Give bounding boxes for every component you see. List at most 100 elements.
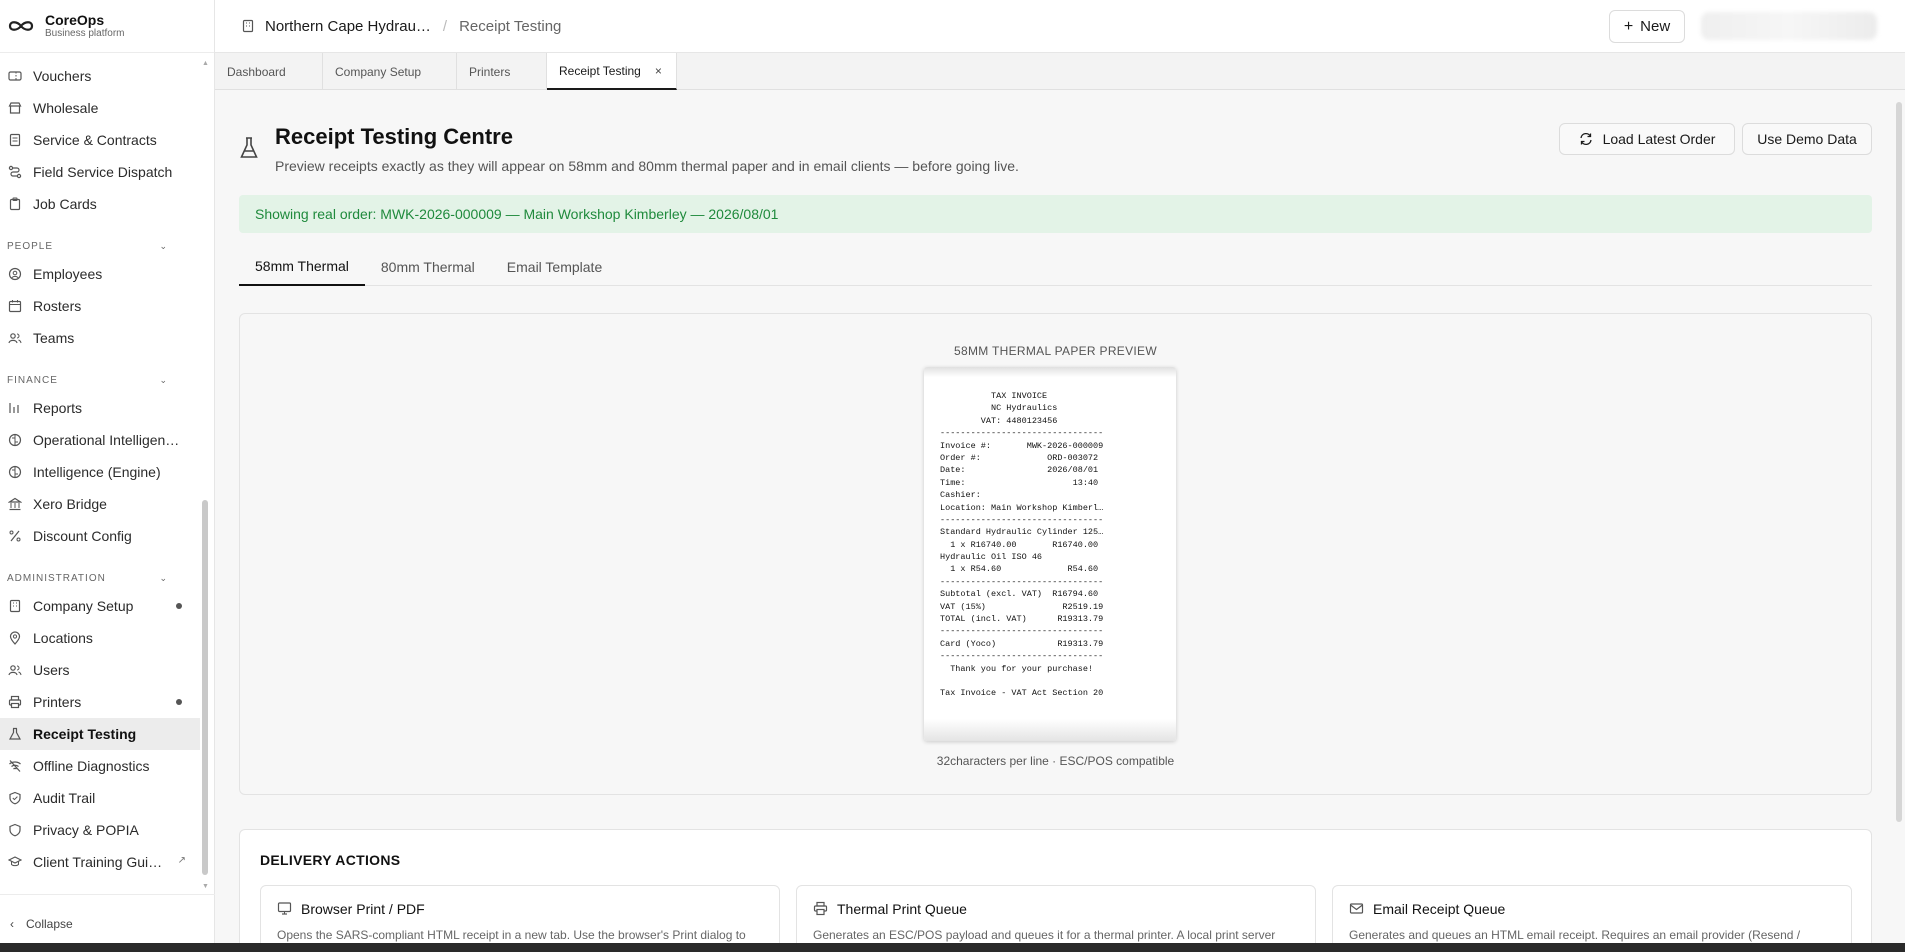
browser-print-card[interactable]: Browser Print / PDF Opens the SARS-compl… (260, 885, 780, 952)
receipt-line: -------------------------------- (940, 514, 1104, 525)
receipt-line: VAT: 4480123456 (940, 415, 1058, 426)
sidebar-item-users[interactable]: Users (0, 654, 200, 686)
sidebar-item-label: Discount Config (33, 528, 132, 544)
sidebar-item-locations[interactable]: Locations (0, 622, 200, 654)
receipt-line: -------------------------------- (940, 576, 1104, 587)
sidebar-item-field-service-dispatch[interactable]: Field Service Dispatch (0, 156, 200, 188)
sidebar-item-employees[interactable]: Employees (0, 258, 200, 290)
sidebar-item-company-setup[interactable]: Company Setup (0, 590, 200, 622)
receipt-line: TOTAL (incl. VAT) R19313.79 (940, 614, 1104, 625)
load-latest-order-button[interactable]: Load Latest Order (1559, 123, 1735, 155)
sidebar-item-label: Receipt Testing (33, 726, 137, 742)
sidebar-item-label: Operational Intelligen… (33, 432, 180, 448)
receipt-line: 1 x R16740.00 R16740.00 (940, 539, 1099, 550)
tab-email-template[interactable]: Email Template (491, 247, 618, 286)
tab-printers[interactable]: Printers (457, 53, 547, 90)
section-label: PEOPLE (7, 240, 54, 252)
receipt-line: VAT (15%) R2519.19 (940, 601, 1104, 612)
sidebar-item-xero-bridge[interactable]: Xero Bridge (0, 488, 200, 520)
tab-58mm-thermal[interactable]: 58mm Thermal (239, 247, 365, 286)
sidebar-item-label: Audit Trail (33, 790, 96, 806)
sidebar-item-label: Company Setup (33, 598, 134, 614)
tab-receipt-testing[interactable]: Receipt Testing × (547, 53, 677, 90)
section-label: FINANCE (7, 374, 58, 386)
sidebar-scrollbar[interactable]: ▲ ▼ (202, 60, 210, 890)
sidebar-item-privacy-popia[interactable]: Privacy & POPIA (0, 814, 200, 846)
sidebar: CoreOps Business platform Vouchers Whole… (0, 0, 215, 952)
preview-footnote: 32characters per line · ESC/POS compatib… (936, 754, 1175, 768)
receipt-preview-card: 58MM THERMAL PAPER PREVIEW TAX INVOICE N… (239, 313, 1872, 795)
use-demo-data-button[interactable]: Use Demo Data (1742, 123, 1872, 155)
card-title: Thermal Print Queue (837, 901, 967, 917)
tab-company-setup[interactable]: Company Setup (323, 53, 457, 90)
sidebar-item-label: Reports (33, 400, 83, 416)
thermal-print-queue-card[interactable]: Thermal Print Queue Generates an ESC/POS… (796, 885, 1316, 952)
receipt-line: Subtotal (excl. VAT) R16794.60 (940, 589, 1099, 600)
sidebar-item-vouchers[interactable]: Vouchers (0, 60, 200, 92)
percent-icon (8, 529, 22, 543)
receipt-line: Order #: ORD-003072 (940, 452, 1099, 463)
chevron-down-icon: ⌄ (159, 240, 168, 251)
receipt-line: Location: Main Workshop Kimberl… (940, 502, 1104, 513)
sidebar-item-operational-intelligence[interactable]: Operational Intelligen… (0, 424, 200, 456)
sidebar-item-offline-diagnostics[interactable]: Offline Diagnostics (0, 750, 200, 782)
sidebar-item-printers[interactable]: Printers (0, 686, 200, 718)
tab-dashboard[interactable]: Dashboard (215, 53, 323, 90)
load-latest-label: Load Latest Order (1602, 131, 1716, 147)
sidebar-item-label: Job Cards (33, 196, 97, 212)
brain-icon (8, 465, 22, 479)
sidebar-item-rosters[interactable]: Rosters (0, 290, 200, 322)
building-icon (8, 599, 22, 613)
contract-icon (8, 133, 22, 147)
sidebar-item-label: Teams (33, 330, 75, 346)
sidebar-item-label: Client Training Gui… (33, 854, 163, 870)
tab-label: Receipt Testing (559, 63, 641, 78)
tab-label: 80mm Thermal (380, 258, 475, 275)
receipt-line (940, 675, 1110, 687)
receipt-line: Thank you for your purchase! (940, 663, 1094, 674)
sidebar-item-client-training-guide[interactable]: Client Training Gui… ↗ (0, 846, 200, 878)
sidebar-item-reports[interactable]: Reports (0, 392, 200, 424)
format-tabs: 58mm Thermal 80mm Thermal Email Template (239, 247, 1872, 286)
section-finance[interactable]: FINANCE ⌄ (0, 368, 200, 392)
plus-icon: + (1623, 17, 1634, 35)
page-title: Receipt Testing Centre (275, 124, 513, 149)
brand[interactable]: CoreOps Business platform (0, 0, 214, 53)
receipt-line: NC Hydraulics (940, 403, 1058, 414)
receipt-line: -------------------------------- (940, 428, 1104, 439)
tab-80mm-thermal[interactable]: 80mm Thermal (365, 247, 491, 286)
tab-label: Company Setup (335, 64, 422, 79)
close-icon[interactable]: × (655, 64, 662, 78)
sidebar-item-label: Service & Contracts (33, 132, 157, 148)
sidebar-item-label: Xero Bridge (33, 496, 107, 512)
section-administration[interactable]: ADMINISTRATION ⌄ (0, 566, 200, 590)
sidebar-item-wholesale[interactable]: Wholesale (0, 92, 200, 124)
sidebar-item-audit-trail[interactable]: Audit Trail (0, 782, 200, 814)
scrollbar-thumb[interactable] (202, 500, 208, 875)
breadcrumb-separator: / (442, 17, 448, 35)
page-subtitle: Preview receipts exactly as they will ap… (275, 158, 1019, 174)
scroll-up-icon: ▲ (202, 60, 209, 67)
new-button[interactable]: + New (1609, 10, 1685, 43)
sidebar-item-teams[interactable]: Teams (0, 322, 200, 354)
receipt-line: -------------------------------- (940, 651, 1104, 662)
sidebar-item-label: Field Service Dispatch (33, 164, 173, 180)
section-people[interactable]: PEOPLE ⌄ (0, 234, 200, 258)
sidebar-item-discount-config[interactable]: Discount Config (0, 520, 200, 552)
sidebar-item-intelligence-engine[interactable]: Intelligence (Engine) (0, 456, 200, 488)
refresh-icon (1579, 132, 1592, 146)
user-menu[interactable] (1701, 12, 1877, 40)
breadcrumb-company[interactable]: Northern Cape Hydrau… (265, 18, 431, 35)
email-receipt-queue-card[interactable]: Email Receipt Queue Generates and queues… (1332, 885, 1852, 952)
scrollbar-thumb[interactable] (1896, 102, 1902, 822)
open-tabs-bar: Dashboard Company Setup Printers Receipt… (215, 53, 1905, 90)
chevron-down-icon: ⌄ (159, 572, 168, 583)
main-scrollbar[interactable] (1893, 90, 1905, 952)
sidebar-item-job-cards[interactable]: Job Cards (0, 188, 200, 220)
receipt-line: Date: 2026/08/01 (940, 465, 1099, 476)
sidebar-item-label: Printers (33, 694, 82, 710)
sidebar-item-receipt-testing[interactable]: Receipt Testing (0, 718, 200, 750)
status-dot (176, 699, 182, 705)
card-title: Email Receipt Queue (1373, 901, 1506, 917)
sidebar-item-service-contracts[interactable]: Service & Contracts (0, 124, 200, 156)
